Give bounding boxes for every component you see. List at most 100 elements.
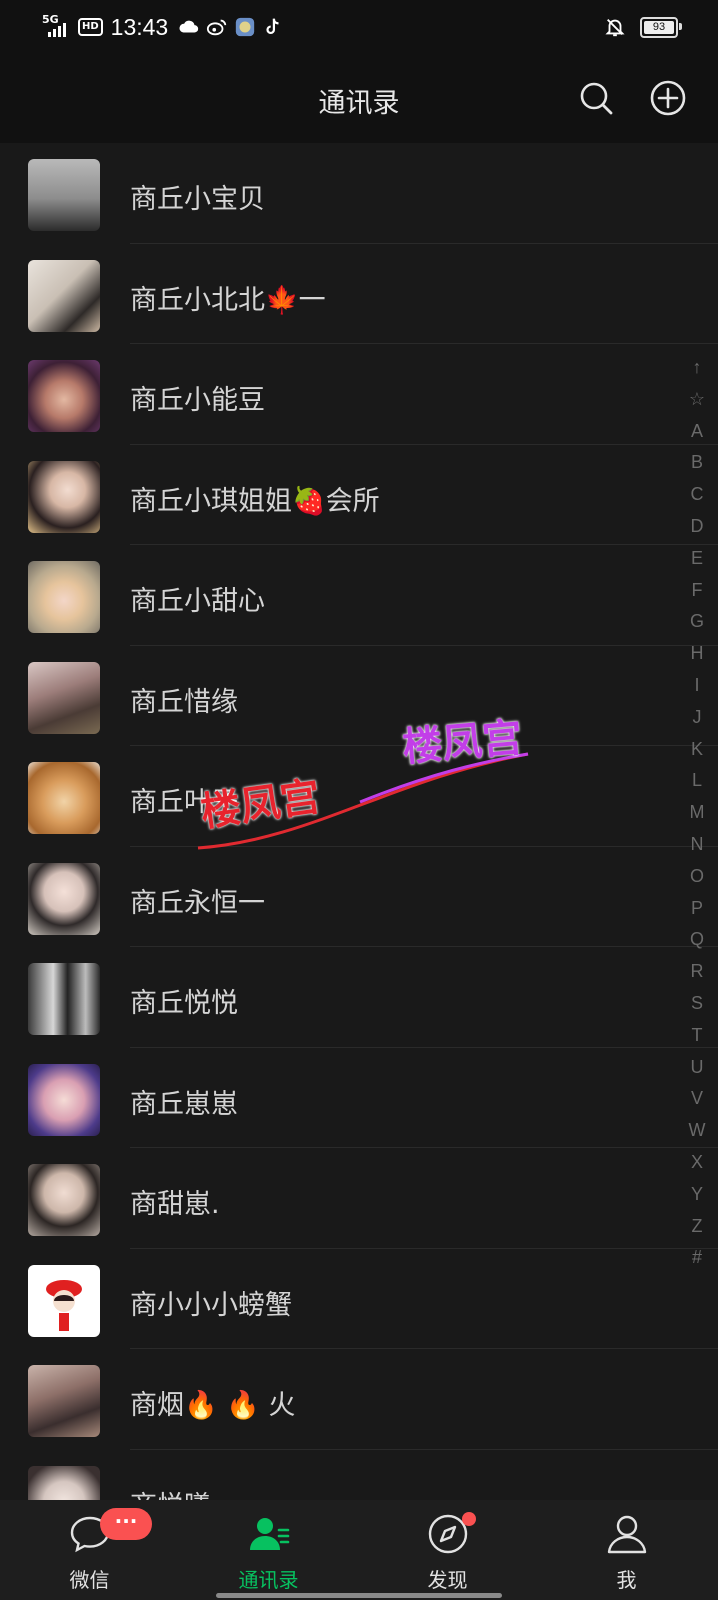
contact-name: 商甜崽. — [130, 1189, 220, 1220]
contact-name: 商小小小螃蟹 — [130, 1289, 292, 1321]
index-letter[interactable]: W — [680, 1115, 714, 1147]
index-letter[interactable]: R — [680, 956, 714, 988]
status-left: 5G HD 13:43 — [42, 12, 284, 42]
index-letter[interactable]: N — [680, 829, 714, 861]
cloud-icon — [179, 20, 199, 33]
contact-name: 商丘小宝贝 — [130, 184, 265, 215]
index-letter[interactable]: P — [680, 893, 714, 925]
avatar — [28, 862, 100, 935]
avatar — [28, 1063, 100, 1136]
home-indicator[interactable] — [216, 1593, 502, 1598]
index-letter[interactable]: Z — [680, 1211, 714, 1243]
tab-chats[interactable]: ··· 微信 — [0, 1500, 179, 1600]
index-letter[interactable]: Q — [680, 924, 714, 956]
tab-me[interactable]: 我 — [537, 1500, 716, 1600]
index-letter[interactable]: G — [680, 606, 714, 638]
contact-row[interactable]: 商丘永恒一 — [0, 847, 718, 947]
index-letter[interactable]: M — [680, 797, 714, 829]
index-letter[interactable]: # — [680, 1242, 714, 1274]
tab-label: 我 — [616, 1568, 637, 1592]
contact-name: 商悦曦 — [130, 1484, 211, 1501]
index-letter[interactable]: E — [680, 543, 714, 575]
avatar — [28, 159, 100, 231]
index-letter[interactable]: U — [680, 1052, 714, 1084]
index-letter[interactable]: T — [680, 1020, 714, 1052]
index-letter[interactable]: I — [680, 670, 714, 702]
battery-indicator: 93 — [640, 16, 682, 38]
cartoon-avatar-icon — [46, 1279, 82, 1331]
index-letter[interactable]: ↑ — [680, 352, 714, 384]
contact-row[interactable]: 商丘小能豆 — [0, 344, 718, 445]
avatar — [28, 259, 100, 332]
contact-row[interactable]: 商悦曦 — [0, 1450, 718, 1501]
status-bar: 5G HD 13:43 93 — [0, 0, 718, 56]
tab-bar: ··· 微信 通讯录 发现 我 — [0, 1500, 718, 1600]
index-letter[interactable]: K — [680, 734, 714, 766]
add-circle-icon[interactable] — [648, 78, 688, 118]
contact-row[interactable]: 商甜崽. — [0, 1148, 718, 1249]
contact-row[interactable]: 商丘崽崽 — [0, 1048, 718, 1148]
tab-label: 微信 — [69, 1568, 110, 1592]
avatar — [28, 1365, 100, 1437]
contact-row[interactable]: 商丘小琪姐姐🍓会所 — [0, 445, 718, 545]
avatar — [28, 1465, 100, 1500]
index-letter[interactable]: H — [680, 638, 714, 670]
contact-name: 商丘小琪姐姐🍓会所 — [130, 485, 380, 517]
notification-dot — [462, 1512, 476, 1526]
hd-badge: HD — [78, 18, 103, 36]
tab-label: 发现 — [427, 1568, 468, 1592]
index-letter[interactable]: O — [680, 861, 714, 893]
index-letter[interactable]: V — [680, 1083, 714, 1115]
search-icon[interactable] — [576, 78, 616, 118]
app-icon — [236, 17, 255, 37]
unread-badge: ··· — [100, 1508, 152, 1540]
nav-header: 通讯录 — [0, 56, 718, 143]
index-letter[interactable]: S — [680, 988, 714, 1020]
contact-name: 商丘崽崽 — [130, 1088, 238, 1120]
index-letter[interactable]: F — [680, 575, 714, 607]
index-letter[interactable]: A — [680, 416, 714, 448]
tiktok-icon — [266, 18, 279, 35]
contact-row[interactable]: 商丘小宝贝 — [0, 143, 718, 244]
contact-row[interactable]: 商丘悦悦 — [0, 947, 718, 1048]
avatar — [28, 1164, 100, 1236]
index-letter[interactable]: L — [680, 765, 714, 797]
contact-name: 商丘小能豆 — [130, 385, 265, 416]
person-icon — [607, 1515, 647, 1554]
tab-contacts[interactable]: 通讯录 — [179, 1500, 358, 1600]
contacts-icon — [250, 1518, 290, 1550]
contact-row[interactable]: 商丘惜缘 — [0, 646, 718, 746]
contact-row[interactable]: 商丘小甜心 — [0, 545, 718, 646]
contact-row[interactable]: 商小小小螃蟹 — [0, 1249, 718, 1349]
contact-name: 商烟🔥 🔥 火 — [130, 1390, 296, 1421]
contact-name: 商丘悦悦 — [130, 988, 238, 1019]
contact-name: 商丘小甜心 — [130, 586, 265, 617]
contact-name: 商丘惜缘 — [130, 686, 238, 718]
status-time: 13:43 — [110, 13, 169, 40]
watermark-text: 楼凤宫 — [400, 714, 525, 772]
avatar — [28, 762, 100, 834]
avatar — [28, 460, 100, 533]
avatar — [28, 360, 100, 432]
index-letter[interactable]: ☆ — [680, 384, 714, 416]
mute-bell-icon — [605, 19, 625, 37]
index-letter[interactable]: J — [680, 702, 714, 734]
index-letter[interactable]: C — [680, 479, 714, 511]
contact-row[interactable]: 商丘小北北🍁一 — [0, 244, 718, 344]
tab-discover[interactable]: 发现 — [358, 1500, 537, 1600]
contact-name: 商丘小北北🍁一 — [130, 284, 326, 316]
avatar — [28, 1264, 100, 1337]
avatar — [28, 963, 100, 1035]
contact-name: 商丘永恒一 — [130, 887, 265, 919]
index-letter[interactable]: B — [680, 447, 714, 479]
avatar — [28, 561, 100, 633]
weibo-icon — [207, 19, 227, 36]
alphabet-index[interactable]: ↑ ☆ A B C D E F G H I J K L M N O P Q R … — [680, 352, 714, 1274]
index-letter[interactable]: D — [680, 511, 714, 543]
contact-row[interactable]: 商烟🔥 🔥 火 — [0, 1349, 718, 1450]
index-letter[interactable]: Y — [680, 1179, 714, 1211]
battery-level: 93 — [644, 20, 674, 34]
avatar — [28, 661, 100, 734]
index-letter[interactable]: X — [680, 1147, 714, 1179]
status-right: 93 — [604, 16, 682, 38]
